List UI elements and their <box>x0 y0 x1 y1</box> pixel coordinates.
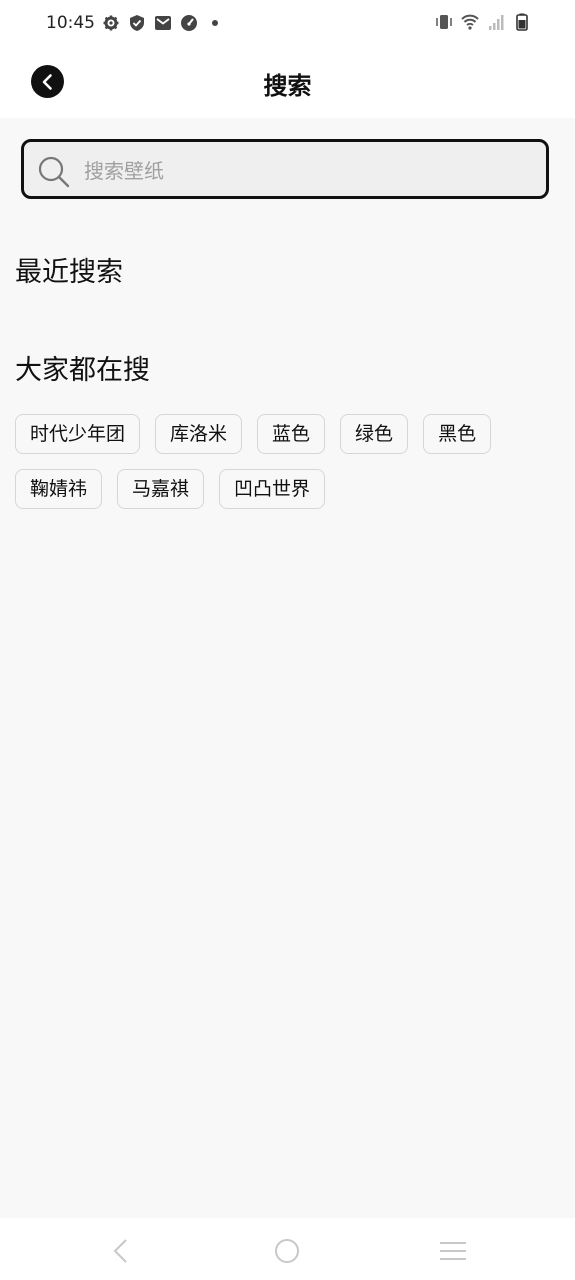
shield-icon <box>130 15 144 31</box>
battery-icon <box>516 13 528 31</box>
recent-search-title: 最近搜索 <box>15 257 123 288</box>
search-input[interactable] <box>82 153 526 189</box>
tag-item[interactable]: 黑色 <box>423 414 492 454</box>
vibrate-icon <box>436 15 452 29</box>
tag-item[interactable]: 鞠婧祎 <box>15 469 103 509</box>
tag-item[interactable]: 库洛米 <box>155 414 243 454</box>
tag-item[interactable]: 绿色 <box>340 414 409 454</box>
page-title: 搜索 <box>263 72 312 100</box>
header: 搜索 <box>0 48 575 118</box>
system-nav-bar <box>0 1218 575 1280</box>
nav-back-icon <box>113 1239 127 1263</box>
settings-icon <box>103 15 119 31</box>
search-box[interactable] <box>21 139 549 199</box>
nav-home-button[interactable] <box>272 1236 302 1266</box>
signal-icon <box>489 15 504 30</box>
system-icons <box>435 13 531 31</box>
gauge-icon <box>181 15 197 31</box>
nav-menu-icon <box>440 1242 466 1260</box>
search-icon <box>38 156 70 188</box>
popular-tags: 时代少年团 库洛米 蓝色 绿色 黑色 鞠婧祎 马嘉祺 凹凸世界 <box>15 414 560 509</box>
nav-back-button[interactable] <box>106 1236 136 1266</box>
nav-home-icon <box>275 1239 299 1263</box>
status-time: 10:45 <box>46 13 95 33</box>
nav-menu-button[interactable] <box>438 1236 468 1266</box>
notification-icons <box>102 14 224 32</box>
popular-search-title: 大家都在搜 <box>15 355 150 386</box>
wifi-icon <box>461 14 479 30</box>
mail-icon <box>155 16 171 30</box>
tag-item[interactable]: 时代少年团 <box>15 414 141 454</box>
dot-icon <box>212 20 218 26</box>
tag-item[interactable]: 凹凸世界 <box>219 469 326 509</box>
tag-item[interactable]: 蓝色 <box>257 414 326 454</box>
status-bar: 10:45 <box>0 0 575 48</box>
tag-item[interactable]: 马嘉祺 <box>117 469 205 509</box>
